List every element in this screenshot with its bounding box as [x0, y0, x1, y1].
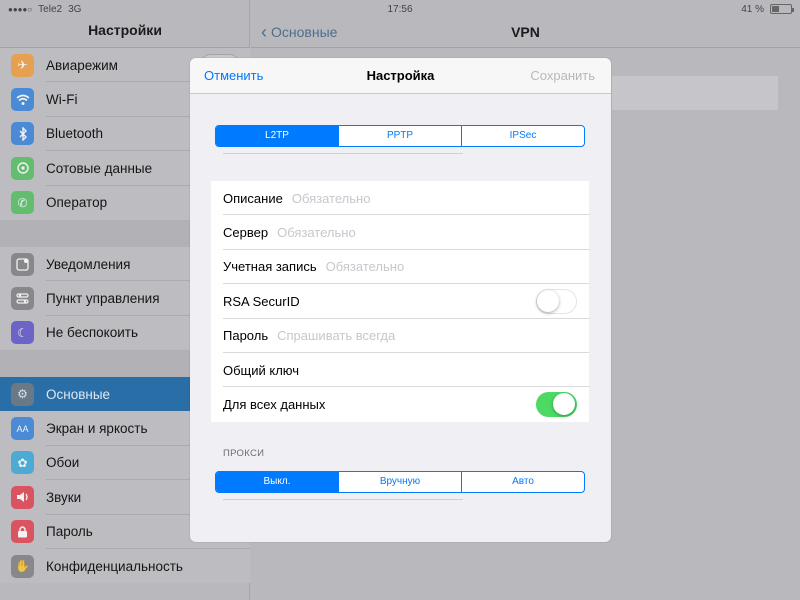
gear-icon: ⚙	[11, 382, 34, 406]
battery-fill	[772, 6, 779, 12]
network-type: 3G	[68, 3, 82, 15]
field-label: Общий ключ	[223, 362, 300, 378]
sidebar-item-label: Сотовые данные	[46, 160, 153, 176]
divider	[251, 47, 800, 48]
description-field[interactable]: Описание Обязательно	[211, 181, 589, 216]
password-field[interactable]: Пароль Спрашивать всегда	[211, 319, 589, 354]
sidebar-item-label: Пароль	[46, 524, 93, 540]
sidebar-item-label: Bluetooth	[46, 126, 104, 142]
vpn-config-row	[612, 76, 778, 110]
bluetooth-icon	[11, 122, 34, 146]
field-label: Для всех данных	[223, 397, 326, 413]
sidebar-title: Настройки	[88, 22, 162, 38]
moon-icon: ☾	[11, 321, 34, 345]
rsa-securid-toggle[interactable]	[536, 289, 577, 315]
field-label: Описание	[223, 190, 283, 206]
battery-percent: 41 %	[741, 3, 764, 15]
proxy-segmented-control: Выкл. Вручную Авто	[215, 471, 585, 493]
sound-icon	[11, 485, 34, 509]
sidebar-item-label: Конфиденциальность	[46, 558, 183, 574]
phone-icon: ✆	[11, 191, 34, 215]
save-button[interactable]: Сохранить	[530, 68, 595, 83]
battery-icon	[770, 4, 794, 14]
page-title: VPN	[511, 24, 540, 40]
cellular-icon	[11, 156, 34, 180]
toggle-knob	[553, 393, 575, 416]
proxy-section-header: ПРОКСИ	[223, 448, 265, 459]
password-input[interactable]: Спрашивать всегда	[277, 328, 395, 343]
description-input[interactable]: Обязательно	[292, 191, 371, 206]
toggle-knob	[537, 290, 559, 313]
notifications-icon	[11, 252, 34, 276]
segment-ipsec[interactable]: IPSec	[461, 126, 584, 146]
server-input[interactable]: Обязательно	[277, 225, 356, 240]
account-field[interactable]: Учетная запись Обязательно	[211, 250, 589, 285]
sidebar-item-label: Основные	[46, 386, 111, 402]
send-all-traffic-toggle[interactable]	[536, 392, 577, 418]
field-label: Пароль	[223, 328, 269, 344]
sidebar-item-label: Оператор	[46, 195, 108, 211]
rsa-securid-row: RSA SecurID	[211, 284, 589, 319]
modal-header: Отменить Настройка Сохранить	[190, 58, 611, 94]
display-icon: AA	[11, 417, 34, 441]
divider	[223, 499, 463, 500]
wallpaper-icon: ✿	[11, 451, 34, 475]
sidebar-item-privacy[interactable]: ✋ Конфиденциальность	[0, 549, 250, 583]
server-field[interactable]: Сервер Обязательно	[211, 215, 589, 251]
control-center-icon	[11, 287, 34, 311]
sidebar-item-label: Экран и яркость	[46, 421, 148, 437]
sidebar-item-label: Пункт управления	[46, 291, 160, 307]
segment-l2tp[interactable]: L2TP	[216, 126, 338, 146]
sidebar-item-label: Не беспокоить	[46, 325, 138, 341]
airplane-icon: ✈	[11, 53, 34, 77]
shared-secret-field[interactable]: Общий ключ	[211, 353, 589, 388]
signal-strength-icon: ●●●●○	[8, 4, 33, 14]
wifi-icon	[11, 88, 34, 112]
send-all-traffic-row: Для всех данных	[211, 387, 589, 421]
sidebar-item-label: Обои	[46, 455, 80, 471]
sidebar-item-label: Авиарежим	[46, 57, 118, 73]
vpn-config-modal: Отменить Настройка Сохранить L2TP PPTP I…	[190, 58, 611, 542]
sidebar-item-label: Уведомления	[46, 256, 131, 272]
segment-proxy-off[interactable]: Выкл.	[216, 472, 338, 492]
vpn-form: Описание Обязательно Сервер Обязательно …	[211, 181, 589, 422]
clock: 17:56	[387, 3, 413, 15]
account-input[interactable]: Обязательно	[326, 259, 405, 274]
segment-proxy-manual[interactable]: Вручную	[338, 472, 461, 492]
carrier-name: Tele2	[38, 3, 63, 15]
field-label: RSA SecurID	[223, 293, 300, 309]
status-bar: ●●●●○ Tele2 3G 17:56 41 %	[0, 0, 800, 18]
segment-pptp[interactable]: PPTP	[338, 126, 461, 146]
sidebar-item-label: Звуки	[46, 489, 82, 505]
segment-proxy-auto[interactable]: Авто	[461, 472, 584, 492]
divider	[223, 153, 463, 154]
sidebar-item-label: Wi-Fi	[46, 92, 78, 108]
lock-icon	[11, 520, 34, 544]
field-label: Учетная запись	[223, 259, 317, 275]
hand-icon: ✋	[11, 554, 34, 578]
field-label: Сервер	[223, 225, 269, 241]
vpn-type-segmented-control: L2TP PPTP IPSec	[215, 125, 585, 147]
